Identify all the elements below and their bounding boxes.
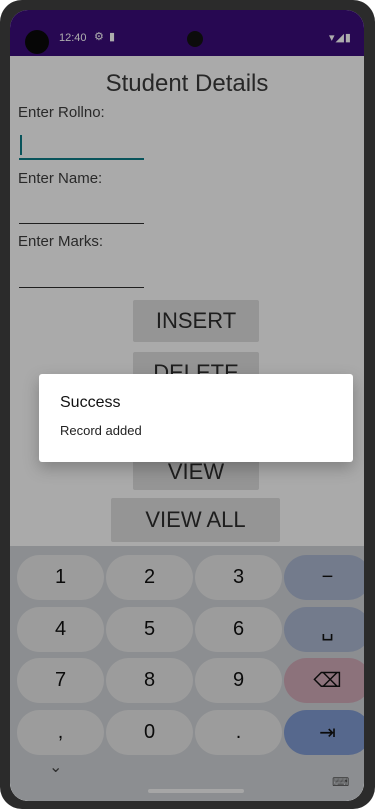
dialog-message: Record added — [60, 423, 142, 438]
device-frame: 12:40 ⚙ ▮ ▾◢▮ Student Details Enter Roll… — [0, 0, 375, 809]
screen: 12:40 ⚙ ▮ ▾◢▮ Student Details Enter Roll… — [10, 10, 364, 801]
dialog-title: Success — [60, 394, 121, 411]
success-dialog: Success Record added — [39, 374, 353, 462]
